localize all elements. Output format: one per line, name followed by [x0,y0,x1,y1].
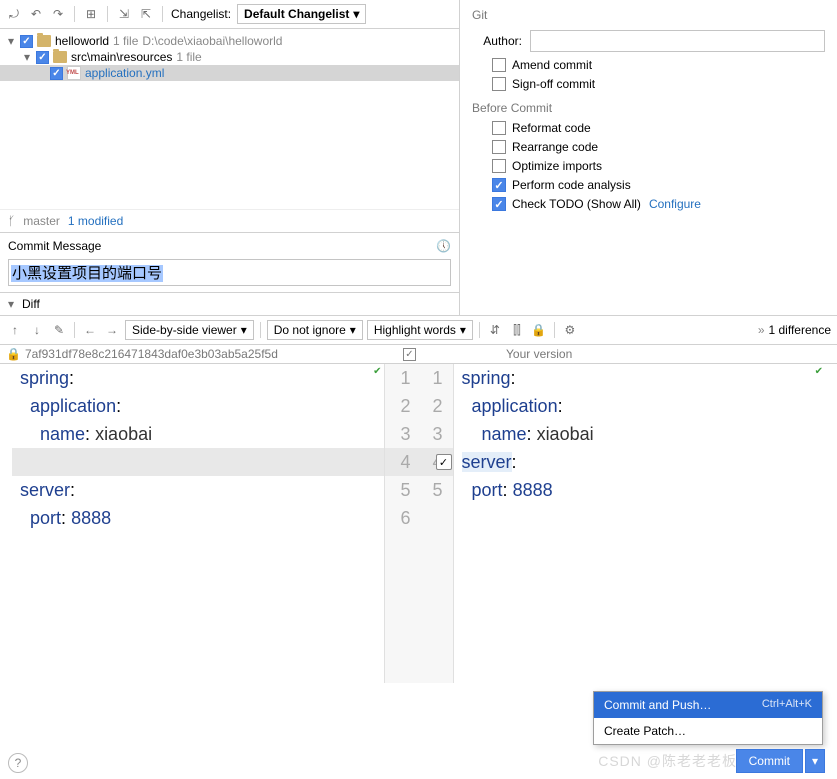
collapse-icon[interactable]: ⇱ [138,6,154,22]
signoff-checkbox[interactable] [492,77,506,91]
author-input[interactable] [530,30,825,52]
apply-chunk-icon[interactable]: ✓ [436,454,452,470]
branch-row: ᚶ master 1 modified [0,209,459,232]
checkbox[interactable] [50,67,63,80]
commit-message-header: Commit Message 🕔 [0,232,459,259]
optimize-checkbox[interactable] [492,159,506,173]
gear-icon[interactable]: ⚙ [561,321,579,339]
readonly-check-icon: ✓ [403,348,416,361]
nav-back-icon[interactable]: ← [81,321,99,339]
history-icon[interactable]: 🕔 [436,239,451,253]
checkbox[interactable] [36,51,49,64]
lock-icon[interactable]: 🔒 [530,321,548,339]
twisty-icon[interactable]: ▾ [22,52,32,62]
next-diff-icon[interactable]: ↓ [28,321,46,339]
diff-header[interactable]: ▾ Diff [0,292,459,315]
commit-and-push-item[interactable]: Commit and Push…Ctrl+Alt+K [594,692,822,718]
tree-root[interactable]: ▾ helloworld 1 file D:\code\xiaobai\hell… [0,33,459,49]
diff-toolbar: ↑ ↓ ✎ ← → Side-by-side viewer ▾ Do not i… [0,315,837,345]
diff-pane: ✔ spring: application: name: xiaobai ser… [0,363,837,683]
line-gutters: 11 22 33 44 55 6 [384,364,454,683]
branch-icon: ᚶ [8,214,15,228]
highlight-dropdown[interactable]: Highlight words ▾ [367,320,473,340]
create-patch-item[interactable]: Create Patch… [594,718,822,744]
configure-link[interactable]: Configure [649,197,701,211]
modified-link[interactable]: 1 modified [68,214,123,228]
nav-fwd-icon[interactable]: → [103,321,121,339]
refresh-icon[interactable]: ⤾ [6,6,22,22]
diff-count: 1 difference [769,323,832,337]
analysis-checkbox[interactable] [492,178,506,192]
ok-icon: ✔ [373,366,381,377]
rearrange-checkbox[interactable] [492,140,506,154]
changelist-label: Changelist: [171,7,231,21]
expand-icon[interactable]: ⇲ [116,6,132,22]
new-code-pane[interactable]: ✔ ✓ spring: application: name: xiaobai s… [454,364,826,683]
viewer-mode-dropdown[interactable]: Side-by-side viewer ▾ [125,320,254,340]
edit-icon[interactable]: ✎ [50,321,68,339]
author-label: Author: [472,34,522,48]
twisty-icon[interactable]: ▾ [6,36,16,46]
commit-message-input[interactable]: 小黑设置项目的端口号 [8,259,451,286]
yml-file-icon [67,66,81,80]
vcs-toolbar: ⤾ ↶ ↷ ⊞ ⇲ ⇱ Changelist: Default Changeli… [0,0,459,29]
ignore-dropdown[interactable]: Do not ignore ▾ [267,320,363,340]
tree-folder[interactable]: ▾ src\main\resources 1 file [0,49,459,65]
before-commit-label: Before Commit [472,101,825,115]
redo-icon[interactable]: ↷ [50,6,66,22]
tree-file[interactable]: application.yml [0,65,459,81]
undo-icon[interactable]: ↶ [28,6,44,22]
watermark: CSDN @陈老老老板 [598,751,737,771]
git-label: Git [472,8,825,22]
old-code-pane[interactable]: ✔ spring: application: name: xiaobai ser… [12,364,384,683]
folder-icon [53,51,67,63]
grid-icon[interactable]: ⊞ [83,6,99,22]
ok-icon: ✔ [815,366,823,377]
reformat-checkbox[interactable] [492,121,506,135]
your-version-label: Your version [506,347,572,361]
collapse-unchanged-icon[interactable]: ⇵ [486,321,504,339]
changelist-combo[interactable]: Default Changelist ▾ [237,4,366,24]
commit-dropdown-menu: Commit and Push…Ctrl+Alt+K Create Patch… [593,691,823,745]
amend-checkbox[interactable] [492,58,506,72]
todo-checkbox[interactable] [492,197,506,211]
sync-scroll-icon[interactable]: ⫿⫿ [508,321,526,339]
chevron-down-icon: ▾ [353,7,359,21]
checkbox[interactable] [20,35,33,48]
lock-small-icon: 🔒 [6,347,21,361]
commit-button[interactable]: Commit [736,749,803,773]
help-button[interactable]: ? [8,753,28,773]
prev-diff-icon[interactable]: ↑ [6,321,24,339]
commit-dropdown-button[interactable]: ▾ [805,749,825,773]
changes-tree: ▾ helloworld 1 file D:\code\xiaobai\hell… [0,29,459,209]
revision-hash: 7af931df78e8c216471843daf0e3b03ab5a25f5d [25,347,278,361]
folder-icon [37,35,51,47]
